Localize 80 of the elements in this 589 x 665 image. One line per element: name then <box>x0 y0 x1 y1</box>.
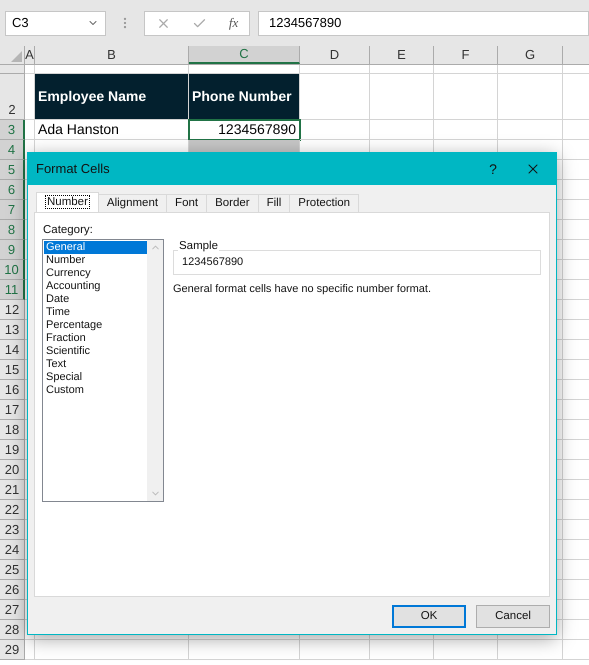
table-cell <box>498 74 563 120</box>
category-item[interactable]: General <box>44 241 147 254</box>
table-cell <box>370 640 434 660</box>
category-item[interactable]: Date <box>44 293 147 306</box>
row-header[interactable]: 28 <box>0 620 25 640</box>
row-header[interactable]: 25 <box>0 560 25 580</box>
table-cell <box>300 65 370 74</box>
category-item[interactable]: Text <box>44 358 147 371</box>
row-header[interactable]: 11 <box>0 280 25 300</box>
category-item[interactable]: Currency <box>44 267 147 280</box>
table-cell <box>434 74 498 120</box>
table-cell <box>498 640 563 660</box>
category-item[interactable]: Percentage <box>44 319 147 332</box>
column-header[interactable]: E <box>370 46 434 64</box>
column-header[interactable]: D <box>300 46 370 64</box>
row-header[interactable]: 6 <box>0 180 25 200</box>
row-header[interactable]: 10 <box>0 260 25 280</box>
sample-value: 1234567890 <box>182 255 244 270</box>
category-item[interactable]: Custom <box>44 384 147 397</box>
row-header[interactable]: 14 <box>0 340 25 360</box>
row-header[interactable]: 7 <box>0 200 25 220</box>
table-cell <box>25 120 35 140</box>
table-cell <box>25 65 35 74</box>
row-header[interactable]: 24 <box>0 540 25 560</box>
row-header[interactable]: 12 <box>0 300 25 320</box>
corner-triangle-icon <box>11 51 22 62</box>
row-header[interactable]: 15 <box>0 360 25 380</box>
category-item[interactable]: Scientific <box>44 345 147 358</box>
row-header[interactable]: 8 <box>0 220 25 240</box>
row-header[interactable]: 26 <box>0 580 25 600</box>
row-header[interactable]: 9 <box>0 240 25 260</box>
column-header[interactable]: A <box>25 46 35 64</box>
table-cell <box>300 640 370 660</box>
format-description: General format cells have no specific number format. <box>173 282 432 297</box>
row-header[interactable] <box>0 65 25 74</box>
tab[interactable]: Number <box>36 192 99 212</box>
name-box[interactable]: C3 <box>5 10 106 36</box>
row-header[interactable]: 27 <box>0 600 25 620</box>
row-header[interactable]: 3 <box>0 120 25 140</box>
row-header[interactable]: 5 <box>0 160 25 180</box>
table-cell: Phone Number <box>189 74 300 120</box>
category-item[interactable]: Accounting <box>44 280 147 293</box>
row-header[interactable]: 21 <box>0 480 25 500</box>
row-header[interactable]: 19 <box>0 440 25 460</box>
row-header[interactable]: 22 <box>0 500 25 520</box>
table-cell: Employee Name <box>35 74 189 120</box>
category-item[interactable]: Special <box>44 371 147 384</box>
table-cell <box>25 640 35 660</box>
cancel-button[interactable]: Cancel <box>476 605 550 628</box>
table-cell <box>498 65 563 74</box>
insert-function-button[interactable]: fx <box>228 13 238 33</box>
row-header[interactable]: 4 <box>0 140 25 160</box>
scrollbar[interactable] <box>147 240 163 501</box>
row-header[interactable]: 17 <box>0 400 25 420</box>
row-header[interactable]: 23 <box>0 520 25 540</box>
table-cell: Ada Hanston <box>35 120 189 140</box>
window-title: Format Cells <box>36 160 111 178</box>
table-cell: 1234567890 <box>189 120 300 140</box>
table-cell <box>434 640 498 660</box>
table-cell <box>370 65 434 74</box>
category-item[interactable]: Time <box>44 306 147 319</box>
row-header[interactable]: 18 <box>0 420 25 440</box>
category-item[interactable]: Number <box>44 254 147 267</box>
table-cell <box>434 65 498 74</box>
table-cell <box>370 74 434 120</box>
help-button[interactable]: ? <box>476 158 510 180</box>
tab[interactable]: Protection <box>289 194 360 212</box>
row-header[interactable]: 20 <box>0 460 25 480</box>
column-header[interactable]: G <box>498 46 563 64</box>
column-header[interactable]: F <box>434 46 498 64</box>
row-header[interactable]: 16 <box>0 380 25 400</box>
column-header[interactable]: C <box>189 46 300 64</box>
row-header[interactable]: 13 <box>0 320 25 340</box>
table-cell <box>300 74 370 120</box>
row-header[interactable]: 2 <box>0 74 25 120</box>
formula-field[interactable]: 1234567890 <box>258 10 589 36</box>
category-item[interactable]: Fraction <box>44 332 147 345</box>
row-header[interactable]: 29 <box>0 640 25 660</box>
category-label: Category: <box>43 223 93 238</box>
ok-button[interactable]: OK <box>392 605 466 628</box>
